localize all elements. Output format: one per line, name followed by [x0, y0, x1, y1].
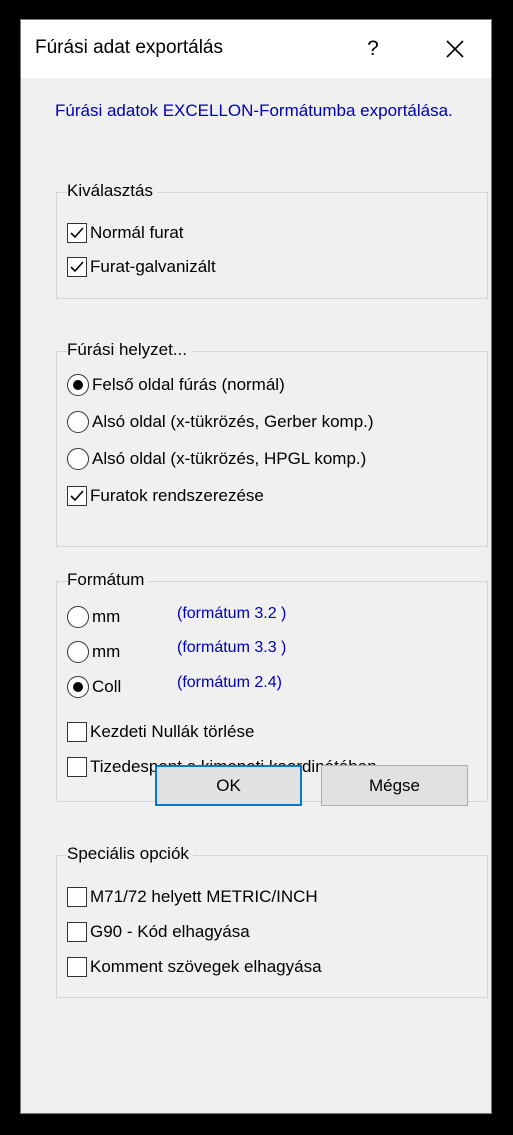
format-coll-radio[interactable]: Coll — [67, 674, 121, 700]
close-button[interactable] — [433, 30, 477, 68]
ok-button[interactable]: OK — [155, 765, 302, 806]
format-mm-32-label: mm — [92, 607, 121, 626]
normal-hole-checkbox[interactable]: Normál furat — [67, 220, 184, 246]
radio-selected-icon — [67, 374, 89, 396]
format-mm-33-radio[interactable]: mm — [67, 639, 120, 665]
remove-leading-zeros-checkbox[interactable]: Kezdeti Nullák törlése — [67, 719, 254, 745]
radio-empty-icon — [67, 641, 89, 663]
dialog-title: Fúrási adat exportálás — [35, 37, 223, 58]
close-icon — [446, 40, 464, 58]
checkbox-checked-icon — [67, 257, 87, 277]
sort-holes-label: Furatok rendszerezése — [90, 486, 264, 505]
checkbox-empty-icon — [67, 757, 87, 777]
checkbox-empty-icon — [67, 922, 87, 942]
special-options-legend: Speciális opciók — [67, 844, 193, 864]
plated-hole-checkbox[interactable]: Furat-galvanizált — [67, 254, 216, 280]
radio-empty-icon — [67, 448, 89, 470]
format-coll-label: Coll — [92, 677, 122, 696]
format-32-hint: (formátum 3.2 ) — [177, 605, 287, 622]
format-24-hint: (formátum 2.4) — [177, 674, 282, 691]
sort-holes-checkbox[interactable]: Furatok rendszerezése — [67, 483, 264, 509]
format-mm-32-radio[interactable]: mm — [67, 604, 120, 630]
bottom-side-gerber-radio[interactable]: Alsó oldal (x-tükrözés, Gerber komp.) — [67, 409, 374, 435]
cancel-button[interactable]: Mégse — [321, 765, 468, 806]
drill-position-legend: Fúrási helyzet... — [67, 340, 191, 360]
radio-selected-icon — [67, 676, 89, 698]
radio-empty-icon — [67, 411, 89, 433]
selection-legend: Kiválasztás — [67, 181, 157, 201]
help-button[interactable]: ? — [353, 30, 393, 68]
normal-hole-label: Normál furat — [90, 223, 184, 242]
special-options-group: Speciális opciók M71/72 helyett METRIC/I… — [56, 844, 488, 998]
omit-g90-label: G90 - Kód elhagyása — [90, 922, 250, 941]
omit-comments-checkbox[interactable]: Komment szövegek elhagyása — [67, 954, 322, 980]
format-legend: Formátum — [67, 570, 149, 590]
checkbox-checked-icon — [67, 486, 87, 506]
title-bar: Fúrási adat exportálás ? — [21, 20, 491, 78]
export-dialog: Fúrási adat exportálás ? Fúrási adatok E… — [20, 19, 492, 1114]
omit-g90-checkbox[interactable]: G90 - Kód elhagyása — [67, 919, 250, 945]
bottom-side-hpgl-radio[interactable]: Alsó oldal (x-tükrözés, HPGL komp.) — [67, 446, 366, 472]
bottom-side-gerber-label: Alsó oldal (x-tükrözés, Gerber komp.) — [92, 412, 374, 431]
checkbox-checked-icon — [67, 223, 87, 243]
drill-position-group: Fúrási helyzet... Felső oldal fúrás (nor… — [56, 340, 488, 547]
selection-group: Kiválasztás Normál furat Furat-galvanizá… — [56, 181, 488, 299]
metric-inch-label: M71/72 helyett METRIC/INCH — [90, 887, 318, 906]
omit-comments-label: Komment szövegek elhagyása — [90, 957, 322, 976]
radio-empty-icon — [67, 606, 89, 628]
plated-hole-label: Furat-galvanizált — [90, 257, 216, 276]
top-side-label: Felső oldal fúrás (normál) — [92, 375, 285, 394]
top-side-radio[interactable]: Felső oldal fúrás (normál) — [67, 372, 285, 398]
format-33-hint: (formátum 3.3 ) — [177, 639, 287, 656]
checkbox-empty-icon — [67, 887, 87, 907]
format-mm-33-label: mm — [92, 642, 121, 661]
checkbox-empty-icon — [67, 722, 87, 742]
metric-inch-checkbox[interactable]: M71/72 helyett METRIC/INCH — [67, 884, 318, 910]
intro-text: Fúrási adatok EXCELLON-Formátumba export… — [55, 101, 453, 120]
bottom-side-hpgl-label: Alsó oldal (x-tükrözés, HPGL komp.) — [92, 449, 367, 468]
remove-leading-zeros-label: Kezdeti Nullák törlése — [90, 722, 255, 741]
checkbox-empty-icon — [67, 957, 87, 977]
